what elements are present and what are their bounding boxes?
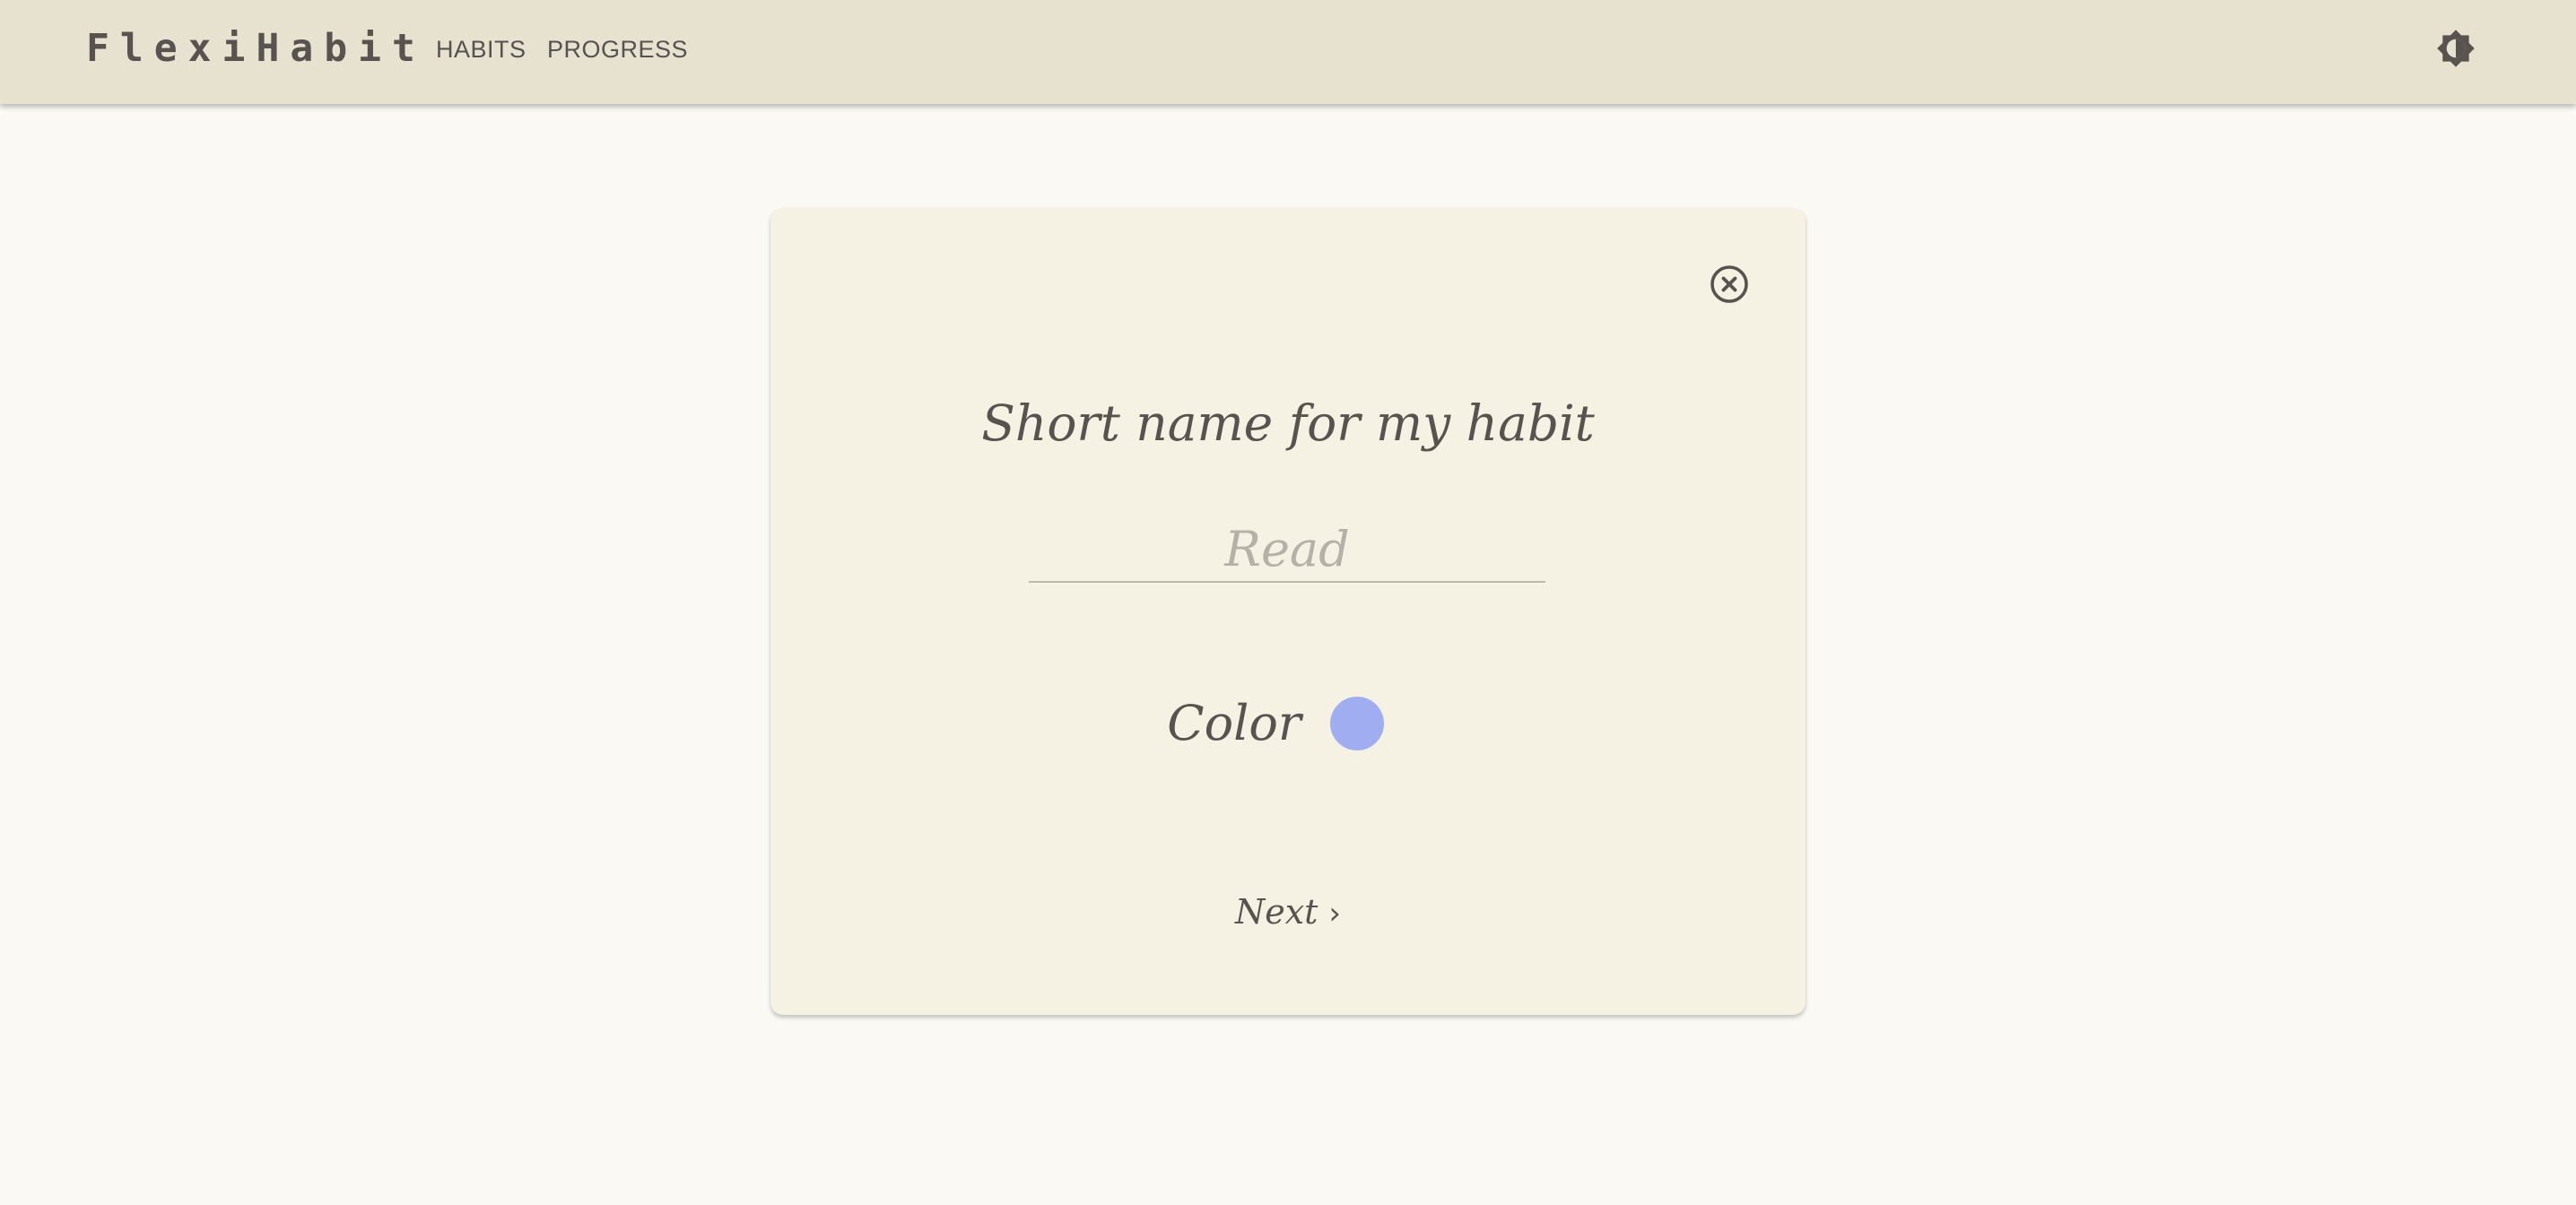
color-row: Color [770, 692, 1806, 755]
brand-logo[interactable]: FlexiHabit [86, 23, 426, 74]
dialog-heading: Short name for my habit [981, 394, 1595, 452]
color-label: Color [1167, 695, 1301, 751]
top-navbar: FlexiHabit HABITS PROGRESS [0, 0, 2576, 104]
new-habit-dialog: Short name for my habit Color Next › [770, 208, 1806, 1015]
close-circle-icon [1710, 265, 1748, 303]
nav-link-habits[interactable]: HABITS [436, 34, 527, 65]
theme-toggle-button[interactable] [2436, 29, 2476, 68]
next-label: Next [1234, 892, 1318, 932]
close-button[interactable] [1709, 264, 1750, 305]
brightness-icon [2437, 30, 2475, 67]
nav-link-progress[interactable]: PROGRESS [547, 34, 688, 65]
habit-name-input[interactable] [1029, 516, 1545, 583]
color-swatch[interactable] [1329, 697, 1384, 750]
chevron-right-icon: › [1328, 896, 1342, 932]
next-button[interactable]: Next › [770, 889, 1806, 936]
